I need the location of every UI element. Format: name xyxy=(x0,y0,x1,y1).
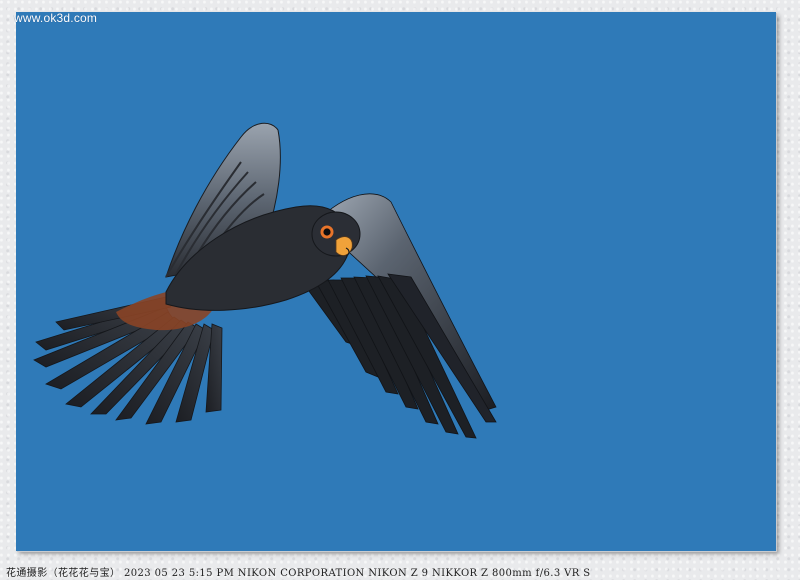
beak xyxy=(335,236,353,256)
bird-head xyxy=(311,211,361,257)
site-watermark: www.ok3d.com xyxy=(14,11,98,25)
falcon-illustration xyxy=(33,122,497,439)
photo-exif-caption: 花通摄影（花花花与宝） 2023 05 23 5:15 PM NIKON COR… xyxy=(6,568,591,579)
bird-photo xyxy=(16,12,776,551)
